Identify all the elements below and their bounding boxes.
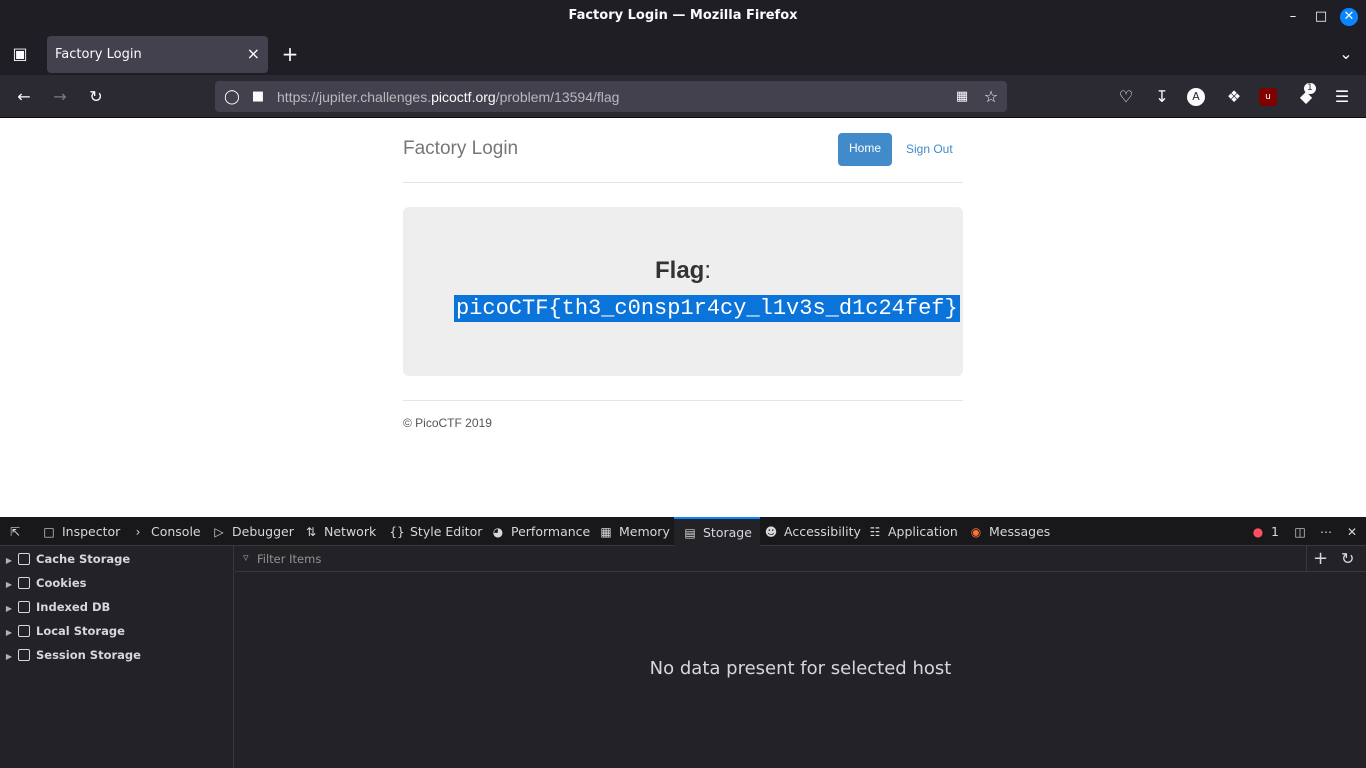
expand-arrow-icon[interactable]: ▶ xyxy=(0,647,18,667)
inspector-icon: □ xyxy=(43,525,55,539)
style-editor-icon: {} xyxy=(389,525,405,539)
tab-style-editor[interactable]: {} Style Editor xyxy=(389,517,482,546)
debugger-icon: ▷ xyxy=(214,525,224,539)
firefox-view-icon[interactable]: ▣ xyxy=(9,43,31,65)
extension-badge: 1 xyxy=(1304,83,1316,94)
filter-bar: ▿ Filter Items + ↻ xyxy=(235,546,1366,572)
tab-close-icon[interactable]: × xyxy=(247,44,260,63)
footer-divider xyxy=(403,400,963,401)
expand-arrow-icon[interactable]: ▶ xyxy=(0,623,18,643)
bookmark-star-icon[interactable]: ☆ xyxy=(980,86,1002,108)
close-devtools-icon[interactable]: ✕ xyxy=(1344,517,1362,546)
toolbar-separator xyxy=(1306,546,1307,572)
window-titlebar: Factory Login — Mozilla Firefox – □ ✕ xyxy=(0,0,1366,33)
database-icon xyxy=(18,577,30,589)
tab-accessibility[interactable]: ☻ Accessibility xyxy=(763,517,861,546)
database-icon xyxy=(18,625,30,637)
tab-factory-login[interactable]: Factory Login × xyxy=(47,36,268,73)
refresh-icon[interactable]: ↻ xyxy=(1341,549,1354,568)
menu-icon[interactable]: ☰ xyxy=(1331,86,1353,108)
error-count[interactable]: ● 1 xyxy=(1250,517,1279,546)
sidebar-item-session-storage[interactable]: ▶ Session Storage xyxy=(0,645,141,665)
accessibility-icon: ☻ xyxy=(764,525,778,539)
url-text[interactable]: https://jupiter.challenges.picoctf.org/p… xyxy=(277,89,619,105)
element-picker-icon[interactable]: ⇱ xyxy=(7,517,29,546)
tab-storage[interactable]: ▤ Storage xyxy=(674,517,760,546)
new-tab-icon[interactable]: + xyxy=(279,43,301,65)
expand-arrow-icon[interactable]: ▶ xyxy=(0,551,18,571)
messages-icon: ◉ xyxy=(970,525,982,539)
tab-bar: ▣ Factory Login × + ⌄ xyxy=(0,33,1366,75)
minimize-icon[interactable]: – xyxy=(1284,8,1302,26)
console-icon: › xyxy=(135,525,141,539)
url-bar[interactable]: ◯ ■ https://jupiter.challenges.picoctf.o… xyxy=(215,81,1007,112)
lock-icon[interactable]: ■ xyxy=(247,86,269,108)
header-divider xyxy=(403,182,963,183)
maximize-icon[interactable]: □ xyxy=(1312,8,1330,26)
downloads-icon[interactable]: ↧ xyxy=(1151,86,1173,108)
tracking-shield-icon[interactable]: ◯ xyxy=(221,86,243,108)
database-icon xyxy=(18,601,30,613)
close-window-icon[interactable]: ✕ xyxy=(1340,8,1358,26)
tab-memory[interactable]: ▦ Memory xyxy=(598,517,670,546)
devtools-panel: ⇱ □ Inspector › Console ▷ Debugger ⇅ Network… xyxy=(0,517,1366,768)
tab-application[interactable]: ☷ Application xyxy=(867,517,958,546)
sidebar-item-local-storage[interactable]: ▶ Local Storage xyxy=(0,621,125,641)
navigation-toolbar: ← → ↻ ◯ ■ https://jupiter.challenges.pic… xyxy=(0,75,1366,118)
extensions-icon[interactable]: ❖ xyxy=(1223,86,1245,108)
translate-icon[interactable]: ▦ xyxy=(951,86,973,108)
footer-text: © PicoCTF 2019 xyxy=(403,416,492,430)
more-options-icon[interactable]: ⋯ xyxy=(1318,517,1336,546)
add-item-icon[interactable]: + xyxy=(1313,548,1328,569)
list-tabs-icon[interactable]: ⌄ xyxy=(1335,43,1357,65)
web-content: Factory Login Home Sign Out Flag: picoCT… xyxy=(0,118,1366,517)
brand-title: Factory Login xyxy=(403,138,519,159)
tab-messages[interactable]: ◉ Messages xyxy=(968,517,1051,546)
filter-items-input[interactable]: Filter Items xyxy=(257,552,321,566)
dock-options-icon[interactable]: ◫ xyxy=(1292,517,1310,546)
network-icon: ⇅ xyxy=(305,525,317,539)
database-icon xyxy=(18,553,30,565)
account-avatar-icon[interactable]: A xyxy=(1187,88,1205,106)
expand-arrow-icon[interactable]: ▶ xyxy=(0,575,18,595)
storage-icon: ▤ xyxy=(684,526,696,540)
sign-out-link[interactable]: Sign Out xyxy=(906,142,953,156)
error-icon: ● xyxy=(1252,525,1264,539)
empty-state-message: No data present for selected host xyxy=(649,658,952,679)
flag-heading: Flag: xyxy=(654,257,711,284)
back-icon[interactable]: ← xyxy=(13,86,35,108)
storage-sidebar: ▶ Cache Storage ▶ Cookies ▶ Indexed DB ▶ Loc… xyxy=(0,546,234,768)
application-icon: ☷ xyxy=(869,525,881,539)
window-title: Factory Login — Mozilla Firefox xyxy=(568,8,798,23)
flag-panel: Flag: picoCTF{th3_c0nsp1r4cy_l1v3s_d1c24… xyxy=(403,207,963,376)
pocket-icon[interactable]: ♡ xyxy=(1115,86,1137,108)
sidebar-item-indexed-db[interactable]: ▶ Indexed DB xyxy=(0,597,110,617)
devtools-toolbar: ⇱ □ Inspector › Console ▷ Debugger ⇅ Network… xyxy=(0,517,1366,546)
tab-inspector[interactable]: □ Inspector xyxy=(41,517,120,546)
sidebar-item-cookies[interactable]: ▶ Cookies xyxy=(0,573,87,595)
filter-icon: ▿ xyxy=(243,551,249,564)
flag-value[interactable]: picoCTF{th3_c0nsp1r4cy_l1v3s_d1c24fef} xyxy=(454,295,960,322)
forward-icon[interactable]: → xyxy=(49,86,71,108)
reload-icon[interactable]: ↻ xyxy=(85,86,107,108)
ublock-icon[interactable]: u xyxy=(1259,88,1277,106)
home-button[interactable]: Home xyxy=(838,133,892,166)
memory-icon: ▦ xyxy=(600,525,612,539)
sidebar-item-cache-storage[interactable]: ▶ Cache Storage xyxy=(0,549,130,569)
expand-arrow-icon[interactable]: ▶ xyxy=(0,599,18,619)
database-icon xyxy=(18,649,30,661)
tab-network[interactable]: ⇅ Network xyxy=(303,517,376,546)
tab-performance[interactable]: ◕ Performance xyxy=(490,517,590,546)
tab-console[interactable]: › Console xyxy=(130,517,201,546)
tab-debugger[interactable]: ▷ Debugger xyxy=(211,517,294,546)
performance-icon: ◕ xyxy=(492,525,504,539)
tab-label: Factory Login xyxy=(55,47,142,62)
